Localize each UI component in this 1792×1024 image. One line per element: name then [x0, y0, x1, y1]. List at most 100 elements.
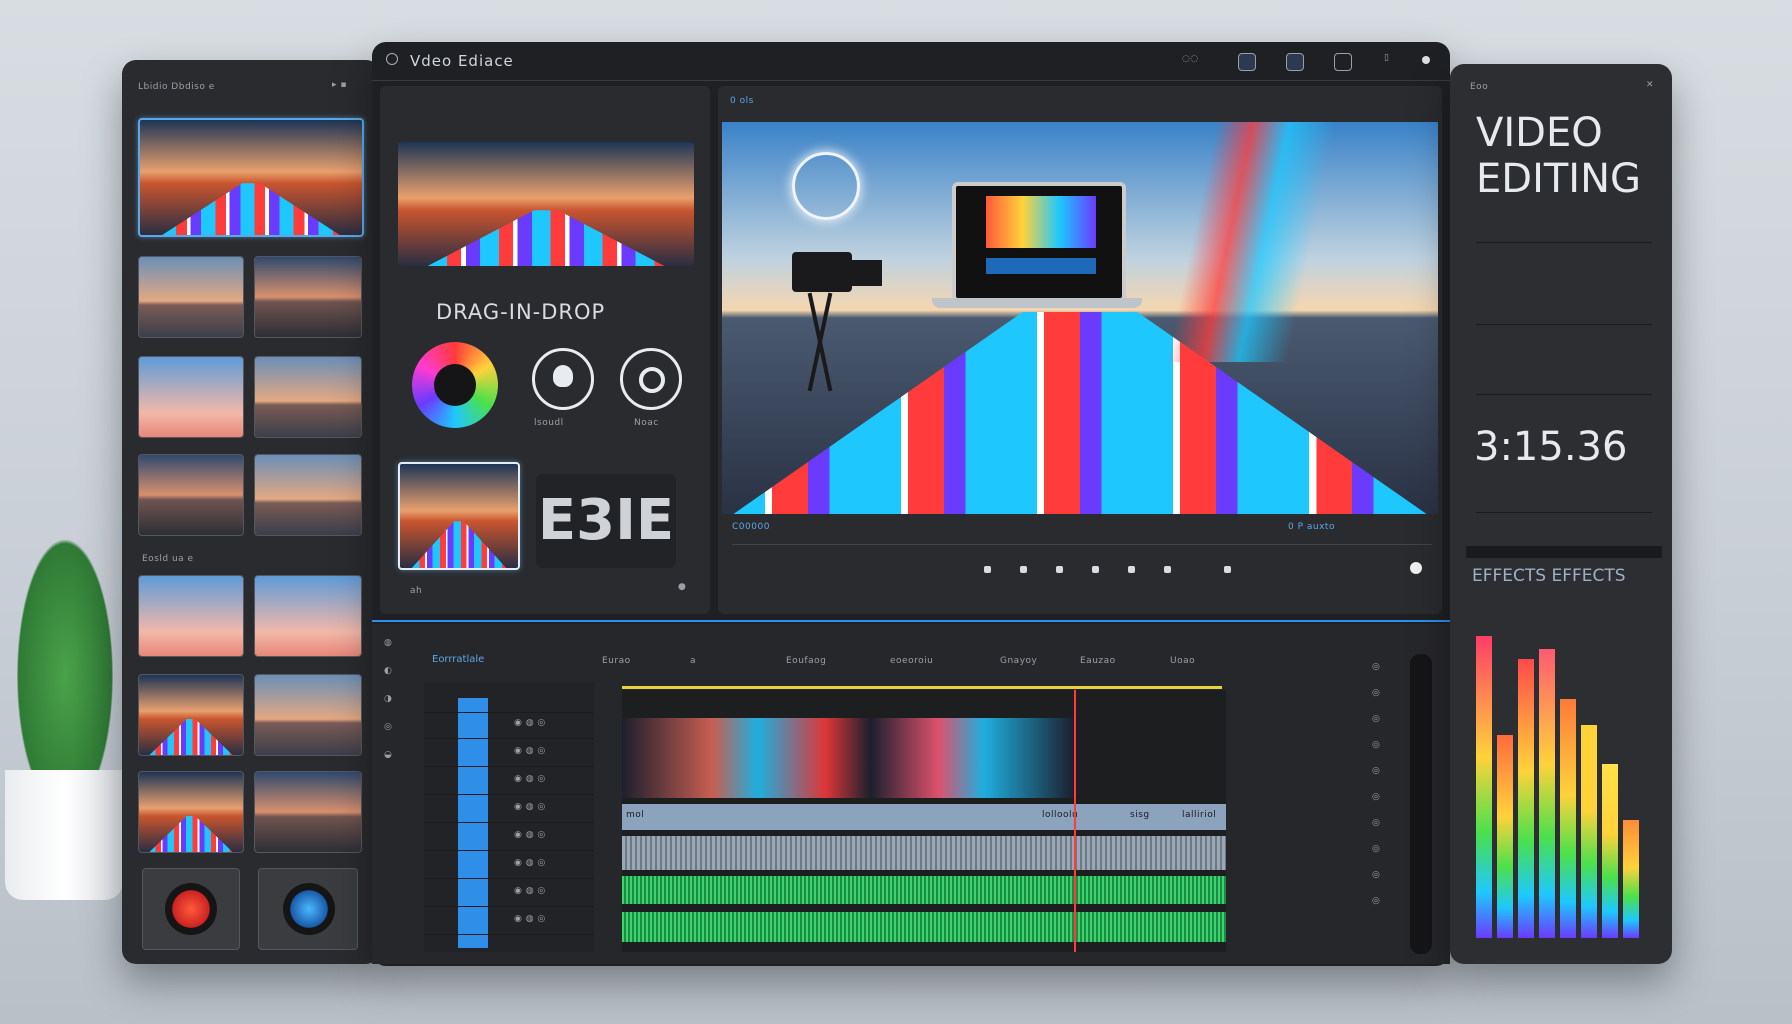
export-icon[interactable] [1286, 53, 1304, 71]
panel-title-line2: EDITING [1476, 156, 1642, 202]
timeline-ruler[interactable]: Eurao a Eoufaog eoeoroiu Gnayoy Eauzao U… [600, 652, 1226, 674]
share-icon[interactable] [1334, 53, 1352, 71]
close-icon[interactable] [1422, 56, 1430, 64]
timeline-tool-column: ◍ ◐ ◑ ◎ ◒ [382, 638, 402, 778]
video-preview [722, 122, 1438, 514]
info-panel-close-icon[interactable]: ✕ [1646, 80, 1654, 90]
ruler-label: Uoao [1170, 656, 1196, 666]
preview-header-label: 0 ols [730, 96, 754, 106]
clip-label: lolloolu [1042, 810, 1079, 820]
level-bar [1518, 659, 1534, 938]
app-title: Vdeo Ediace [410, 52, 514, 70]
panel-divider-line [1476, 394, 1652, 395]
media-thumbnail[interactable] [138, 356, 244, 438]
media-thumbnail[interactable] [254, 771, 362, 853]
lock-icon[interactable]: ▯ [1384, 53, 1389, 63]
ruler-label: Eauzao [1080, 656, 1116, 666]
level-bar [1539, 649, 1555, 938]
work-area-bar[interactable] [622, 686, 1222, 689]
track-eye-icon[interactable]: ◉ ◍ ◎ [514, 746, 546, 756]
media-thumbnail[interactable] [138, 256, 244, 338]
audio-clip-track[interactable] [622, 836, 1226, 870]
audio-tool-label: lsoudl [534, 418, 564, 428]
media-thumbnail[interactable] [138, 575, 244, 657]
pin-icon[interactable]: ● [678, 582, 686, 592]
camera-tripod-icon [782, 252, 892, 392]
media-thumbnail-selected[interactable] [138, 118, 364, 237]
ruler-label: a [690, 656, 697, 666]
track-mute-icon[interactable]: ◉ ◍ ◎ [514, 914, 546, 924]
marker-button[interactable] [1224, 566, 1231, 573]
level-bar [1623, 820, 1639, 938]
preview-panel: 0 ols C00000 0 P auxto [718, 86, 1442, 614]
audio-waveform-track[interactable] [622, 912, 1226, 942]
rewind-button[interactable] [1020, 566, 1027, 573]
hand-tool-icon[interactable]: ◒ [384, 750, 392, 760]
media-thumbnail[interactable] [254, 575, 362, 657]
effects-plugin-icon[interactable] [258, 868, 358, 950]
media-browser-header: Lbidio Dbdiso e [138, 82, 215, 92]
track-mute-icon[interactable]: ◉ ◍ ◎ [514, 858, 546, 868]
audio-level-meter [1476, 610, 1652, 938]
track-select-strip[interactable] [458, 698, 488, 948]
zoom-tool-icon[interactable]: ◎ [384, 722, 392, 732]
ruler-label: Gnayoy [1000, 656, 1038, 666]
panel-divider-line [1476, 512, 1652, 513]
timeline-header-label: Eorrratlale [432, 654, 485, 665]
panel-title-line1: VIDEO [1476, 110, 1603, 156]
tools-footer-text: ah [410, 586, 423, 596]
preview-scrubber[interactable] [732, 544, 1432, 545]
media-thumbnail[interactable] [138, 771, 244, 853]
color-plugin-icon[interactable] [142, 868, 240, 950]
forward-button[interactable] [1092, 566, 1099, 573]
effect-title-preview[interactable]: E3IE [536, 474, 676, 568]
app-logo-icon [386, 53, 398, 65]
fullscreen-icon[interactable] [1410, 562, 1422, 574]
level-bar [1497, 735, 1513, 938]
timeline-scrollbar[interactable] [1410, 654, 1432, 954]
track-options-icon[interactable]: ◎ ◎ ◎ ◎ ◎ ◎ ◎ ◎ ◎ ◎ [1372, 654, 1380, 914]
playhead[interactable] [1074, 690, 1076, 952]
minimize-icon[interactable]: ◌◌ [1182, 54, 1199, 64]
track-headers: ◉ ◍ ◎ ◉ ◍ ◎ ◉ ◍ ◎ ◉ ◍ ◎ ◉ ◍ ◎ ◉ ◍ ◎ ◉ ◍ … [424, 682, 594, 952]
media-browser-menu-icon[interactable]: ▸ ▪ [332, 80, 347, 90]
media-thumbnail[interactable] [254, 674, 362, 756]
track-eye-icon[interactable]: ◉ ◍ ◎ [514, 718, 546, 728]
audio-waveform-track[interactable] [622, 876, 1226, 904]
step-forward-button[interactable] [1128, 566, 1135, 573]
media-thumbnail[interactable] [254, 454, 362, 536]
razor-tool-icon[interactable]: ◐ [384, 666, 392, 676]
level-bar [1560, 699, 1576, 938]
play-button[interactable] [1056, 566, 1063, 573]
laptop-image [952, 182, 1126, 302]
media-thumbnail[interactable] [138, 674, 244, 756]
color-wheel-icon[interactable] [412, 342, 498, 428]
media-thumbnail[interactable] [254, 256, 362, 338]
ruler-label: Eurao [602, 656, 631, 666]
media-thumbnail[interactable] [138, 454, 244, 536]
track-eye-icon[interactable]: ◉ ◍ ◎ [514, 774, 546, 784]
video-clip-artwork[interactable] [622, 718, 1074, 798]
settings-icon[interactable] [1238, 53, 1256, 71]
panel-divider-line [1476, 242, 1652, 243]
media-thumbnail[interactable] [254, 356, 362, 438]
clip-thumbnail-selected[interactable] [398, 462, 520, 570]
drag-drop-preview[interactable] [398, 142, 694, 266]
drag-drop-label: DRAG-IN-DROP [436, 300, 606, 324]
tools-panel: DRAG-IN-DROP lsoudl Noac E3IE ah ● [380, 86, 710, 614]
timeline-panel: ◍ ◐ ◑ ◎ ◒ Eorrratlale ◉ ◍ ◎ ◉ ◍ ◎ ◉ ◍ ◎ … [372, 624, 1450, 964]
select-tool-icon[interactable]: ◍ [384, 638, 392, 648]
clip-label: lalliriol [1182, 810, 1217, 820]
clip-label: mol [626, 810, 645, 820]
track-mute-icon[interactable]: ◉ ◍ ◎ [514, 830, 546, 840]
sun-ring-icon [792, 152, 860, 220]
slip-tool-icon[interactable]: ◑ [384, 694, 392, 704]
main-editor-window: Vdeo Ediace ◌◌ ▯ DRAG-IN-DROP lsoudl Noa… [372, 42, 1450, 966]
record-tool-icon[interactable] [620, 348, 682, 410]
audio-tool-icon[interactable] [532, 348, 594, 410]
step-back-button[interactable] [984, 566, 991, 573]
track-mute-icon[interactable]: ◉ ◍ ◎ [514, 886, 546, 896]
track-eye-icon[interactable]: ◉ ◍ ◎ [514, 802, 546, 812]
ruler-label: eoeoroiu [890, 656, 934, 666]
loop-button[interactable] [1164, 566, 1171, 573]
